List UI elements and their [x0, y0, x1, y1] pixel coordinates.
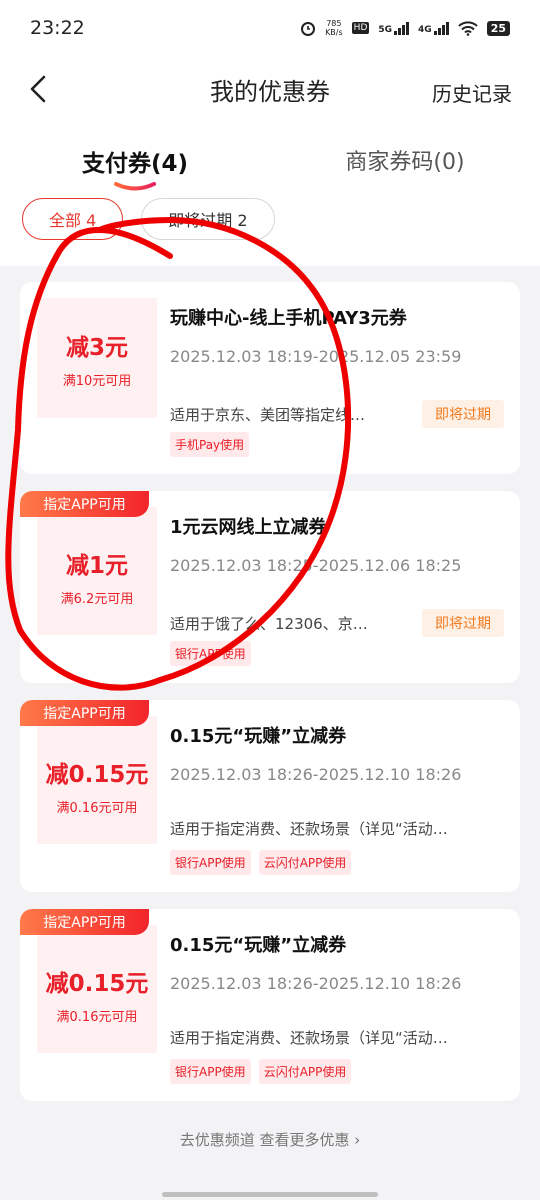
filter-chips: 全部 4 即将过期 2	[0, 194, 540, 266]
coupon-list: 减3元 满10元可用 玩赚中心-线上手机PAY3元券 2025.12.03 18…	[0, 266, 540, 1150]
page-title: 我的优惠券	[210, 77, 330, 106]
coupon-tags: 银行APP使用 云闪付APP使用	[170, 850, 352, 875]
coupon-date: 2025.12.03 18:26-2025.12.10 18:26	[170, 974, 462, 993]
header: 我的优惠券 历史记录	[0, 56, 540, 122]
history-link[interactable]: 历史记录	[432, 78, 512, 107]
coupon-scope-row: 适用于京东、美团等指定线… 即将过期	[170, 400, 504, 428]
signal-4g: 4G	[418, 21, 449, 35]
coupon-scope[interactable]: 适用于京东、美团等指定线…	[170, 404, 365, 425]
coupon-amount: 减3元	[65, 334, 128, 361]
wifi-icon	[457, 20, 478, 36]
coupon-name: 0.15元“玩赚”立减券	[170, 935, 347, 956]
coupon-name: 1元云网线上立减券	[170, 517, 327, 538]
coupon-tag: 银行APP使用	[170, 1059, 251, 1084]
coupon-tag: 银行APP使用	[170, 641, 251, 666]
coupon-info: 1元云网线上立减券 2025.12.03 18:25-2025.12.06 18…	[170, 513, 504, 575]
status-time: 23:22	[30, 17, 85, 39]
coupon-info: 玩赚中心-线上手机PAY3元券 2025.12.03 18:19-2025.12…	[170, 304, 504, 366]
coupon-date: 2025.12.03 18:25-2025.12.06 18:25	[170, 556, 462, 575]
coupon-tags: 银行APP使用 云闪付APP使用	[170, 1059, 352, 1084]
top-area: 23:22 785 KB/s HD 5G 4G 25 我的优惠券 历史记录 支付券…	[0, 0, 540, 266]
coupon-scope[interactable]: 适用于饿了么、12306、京…	[170, 613, 368, 634]
coupon-condition: 满0.16元可用	[56, 1009, 138, 1025]
coupon-condition: 满6.2元可用	[60, 591, 134, 607]
alarm-icon	[301, 22, 316, 36]
app-only-ribbon: 指定APP可用	[20, 491, 149, 517]
back-arrow-icon[interactable]	[24, 72, 54, 106]
coupon-name: 玩赚中心-线上手机PAY3元券	[170, 308, 407, 329]
filter-all[interactable]: 全部 4	[22, 198, 124, 240]
coupon-condition: 满0.16元可用	[56, 800, 138, 816]
signal-5g: 5G	[378, 21, 410, 35]
coupon-scope[interactable]: 适用于指定消费、还款场景（详见“活动…	[170, 818, 448, 839]
tab-bar: 支付券(4) 商家券码(0)	[0, 122, 540, 194]
signal-bars-icon	[433, 21, 449, 35]
coupon-name: 0.15元“玩赚”立减券	[170, 726, 347, 747]
more-offers-label: 去优惠频道 查看更多优惠	[179, 1131, 350, 1149]
coupon-value-box: 减0.15元 满0.16元可用	[37, 925, 157, 1053]
home-indicator	[162, 1192, 378, 1197]
coupon-info: 0.15元“玩赚”立减券 2025.12.03 18:26-2025.12.10…	[170, 722, 504, 784]
coupon-tag: 手机Pay使用	[170, 432, 250, 457]
tab-active-indicator	[114, 182, 156, 191]
tab-merchant-codes[interactable]: 商家券码(0)	[270, 122, 540, 194]
more-offers-link[interactable]: 去优惠频道 查看更多优惠 ›	[20, 1129, 520, 1150]
signal-bars-icon	[394, 21, 410, 35]
expiring-badge: 即将过期	[422, 400, 504, 428]
coupon-amount: 减0.15元	[45, 761, 149, 788]
status-icons: 785 KB/s HD 5G 4G 25	[300, 19, 510, 37]
coupon-tag: 云闪付APP使用	[258, 850, 352, 875]
coupon-tag: 云闪付APP使用	[258, 1059, 352, 1084]
coupon-scope[interactable]: 适用于指定消费、还款场景（详见“活动…	[170, 1027, 448, 1048]
coupon-scope-row: 适用于指定消费、还款场景（详见“活动…	[170, 1027, 504, 1048]
coupon-date: 2025.12.03 18:26-2025.12.10 18:26	[170, 765, 462, 784]
coupon-value-box: 减3元 满10元可用	[37, 298, 157, 418]
status-bar: 23:22 785 KB/s HD 5G 4G 25	[0, 0, 540, 56]
coupon-card[interactable]: 减3元 满10元可用 玩赚中心-线上手机PAY3元券 2025.12.03 18…	[20, 282, 520, 474]
coupon-card[interactable]: 指定APP可用 减1元 满6.2元可用 1元云网线上立减券 2025.12.03…	[20, 491, 520, 683]
hd-icon: HD	[351, 22, 370, 34]
coupon-value-box: 减1元 满6.2元可用	[37, 507, 157, 635]
coupon-tags: 手机Pay使用	[170, 432, 250, 457]
expiring-badge: 即将过期	[422, 609, 504, 637]
app-only-ribbon: 指定APP可用	[20, 909, 149, 935]
coupon-info: 0.15元“玩赚”立减券 2025.12.03 18:26-2025.12.10…	[170, 931, 504, 993]
coupon-card[interactable]: 指定APP可用 减0.15元 满0.16元可用 0.15元“玩赚”立减券 202…	[20, 909, 520, 1101]
coupon-tag: 银行APP使用	[170, 850, 251, 875]
filter-expiring-soon[interactable]: 即将过期 2	[141, 198, 275, 240]
chevron-right-icon: ›	[354, 1131, 361, 1149]
coupon-amount: 减0.15元	[45, 970, 149, 997]
coupon-scope-row: 适用于指定消费、还款场景（详见“活动…	[170, 818, 504, 839]
coupon-scope-row: 适用于饿了么、12306、京… 即将过期	[170, 609, 504, 637]
battery-icon: 25	[486, 20, 510, 36]
net-speed: 785 KB/s	[325, 19, 343, 37]
coupon-date: 2025.12.03 18:19-2025.12.05 23:59	[170, 347, 462, 366]
coupon-amount: 减1元	[65, 552, 128, 579]
coupon-card[interactable]: 指定APP可用 减0.15元 满0.16元可用 0.15元“玩赚”立减券 202…	[20, 700, 520, 892]
coupon-condition: 满10元可用	[62, 373, 132, 389]
coupon-value-box: 减0.15元 满0.16元可用	[37, 716, 157, 844]
app-only-ribbon: 指定APP可用	[20, 700, 149, 726]
coupon-tags: 银行APP使用	[170, 641, 251, 666]
